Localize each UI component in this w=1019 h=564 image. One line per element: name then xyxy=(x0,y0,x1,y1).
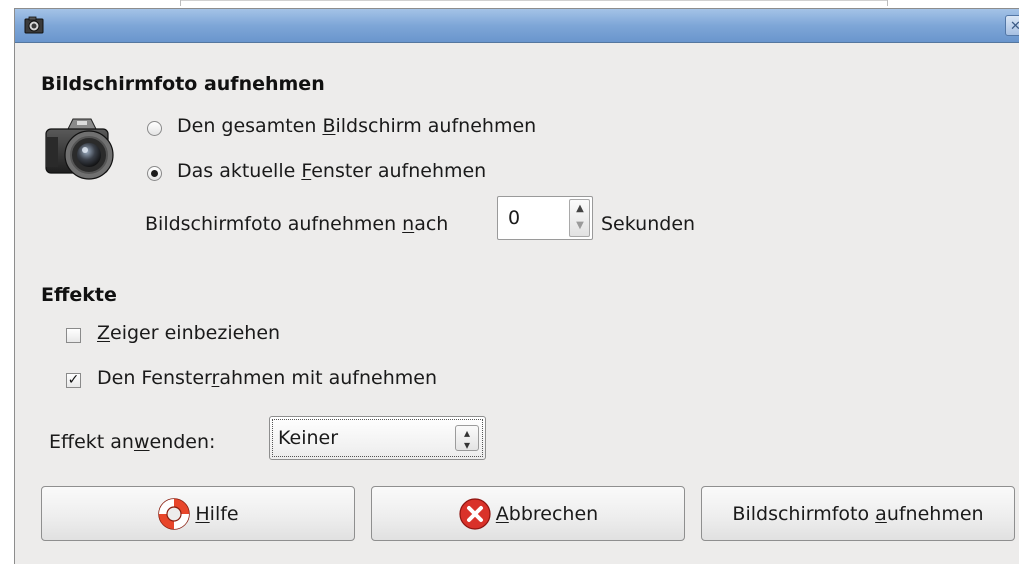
include-pointer-label[interactable]: Zeiger einbeziehen xyxy=(97,322,280,344)
take-screenshot-button[interactable]: Bildschirmfoto aufnehmen xyxy=(701,486,1015,541)
effect-selected-value: Keiner xyxy=(278,427,339,449)
whole-screen-radio[interactable] xyxy=(147,121,162,136)
whole-screen-label[interactable]: Den gesamten Bildschirm aufnehmen xyxy=(177,115,536,137)
current-window-radio[interactable] xyxy=(147,166,162,181)
include-border-checkbox[interactable]: ✓ xyxy=(66,373,81,388)
include-border-label[interactable]: Den Fensterrahmen mit aufnehmen xyxy=(97,367,437,389)
checkmark-icon: ✓ xyxy=(67,372,80,388)
effect-combobox[interactable]: Keiner ▴ ▾ xyxy=(269,416,486,460)
cancel-button[interactable]: Abbrechen xyxy=(371,486,685,541)
help-button[interactable]: Hilfe xyxy=(41,486,355,541)
camera-icon xyxy=(45,118,114,180)
delay-value[interactable]: 0 xyxy=(508,207,520,229)
include-pointer-checkbox[interactable] xyxy=(66,328,81,343)
background-window-edge xyxy=(180,0,888,6)
close-button[interactable]: ✕ xyxy=(1005,15,1019,36)
delay-spinbutton[interactable]: 0 ▲ ▼ xyxy=(497,196,593,240)
cancel-icon xyxy=(459,497,491,530)
increment-icon[interactable]: ▲ xyxy=(573,201,587,217)
capture-section-title: Bildschirmfoto aufnehmen xyxy=(41,73,325,95)
up-down-arrows-icon: ▴ ▾ xyxy=(455,425,479,451)
close-icon: ✕ xyxy=(1010,19,1019,34)
apply-effect-label: Effekt anwenden: xyxy=(49,431,216,453)
seconds-label: Sekunden xyxy=(601,213,696,235)
effects-section-title: Effekte xyxy=(41,284,117,306)
delay-label: Bildschirmfoto aufnehmen nach xyxy=(145,213,449,235)
camera-icon xyxy=(24,16,44,34)
title-bar[interactable]: ✕ xyxy=(15,9,1019,43)
current-window-label[interactable]: Das aktuelle Fenster aufnehmen xyxy=(177,160,486,182)
screenshot-dialog: ✕ Bildschirmfoto aufnehmen Den gesamten … xyxy=(14,8,1019,564)
spin-buttons: ▲ ▼ xyxy=(569,199,590,237)
decrement-icon[interactable]: ▼ xyxy=(573,218,587,234)
help-lifebuoy-icon xyxy=(158,497,191,530)
